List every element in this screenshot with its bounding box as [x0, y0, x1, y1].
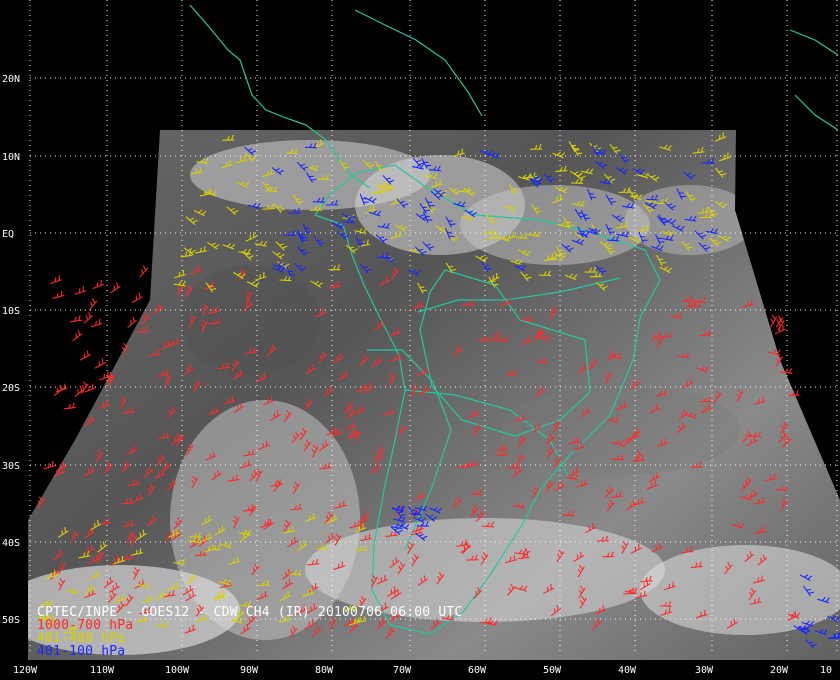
longitude-label: 10	[820, 665, 832, 676]
longitude-label: 30W	[695, 665, 714, 676]
longitude-label: 110W	[90, 665, 115, 676]
longitude-label: 100W	[165, 665, 190, 676]
latitude-label: 10S	[2, 306, 20, 317]
latitude-label: 50S	[2, 615, 20, 626]
satellite-wind-map: 120W 110W 100W 90W 80W 70W 60W 50W 40W 30W 20W 10 2…	[0, 0, 840, 680]
longitude-label: 70W	[393, 665, 412, 676]
longitude-label: 20W	[770, 665, 789, 676]
latitude-label: 10N	[2, 152, 20, 163]
latitude-label: 20S	[2, 383, 20, 394]
longitude-label: 120W	[13, 665, 38, 676]
longitude-label: 80W	[315, 665, 334, 676]
longitude-label: 40W	[618, 665, 637, 676]
latitude-label: EQ	[2, 229, 14, 240]
legend-high-level: 401-100 hPa	[37, 644, 126, 659]
longitude-label: 60W	[468, 665, 487, 676]
latitude-label: 20N	[2, 74, 20, 85]
latitude-label: 30S	[2, 461, 20, 472]
map-canvas: 120W 110W 100W 90W 80W 70W 60W 50W 40W 30W 20W 10 2…	[0, 0, 840, 680]
pacific-dark-region	[180, 265, 320, 375]
longitude-label: 90W	[240, 665, 259, 676]
latitude-label: 40S	[2, 538, 20, 549]
longitude-label: 50W	[543, 665, 562, 676]
